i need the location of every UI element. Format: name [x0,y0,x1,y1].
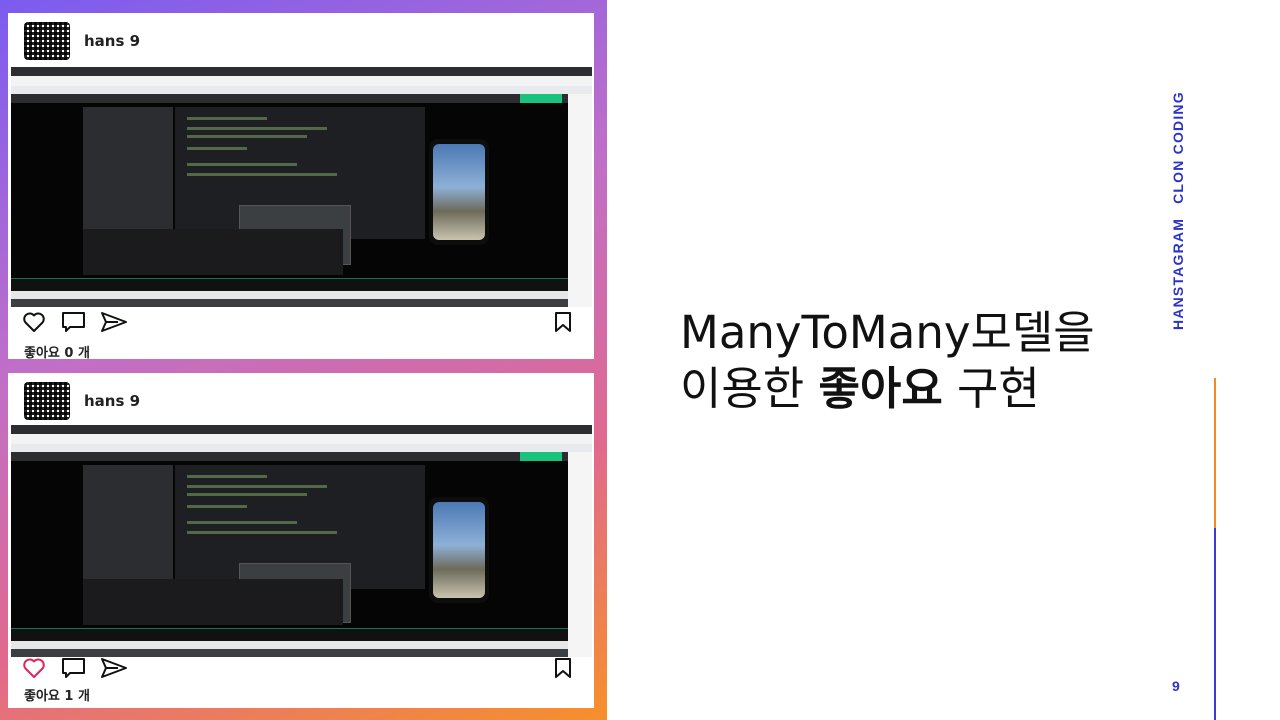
post-card: hans 9 [8,13,594,361]
browser-side-strip [568,94,592,307]
avatar[interactable] [24,22,70,60]
browser-bookmarks-bar [11,444,592,452]
video-bottom-bar [11,299,568,307]
browser-tab-bar [11,425,592,434]
heart-icon[interactable] [20,657,48,679]
code-line [187,475,267,478]
likes-count: 좋아요 1 개 [24,689,90,704]
page-number: 9 [1172,678,1180,694]
code-line [187,505,247,508]
browser-bookmarks-bar [11,86,592,94]
title-line-2-suffix: 구현 [942,362,1040,415]
ide-menu-bar [11,452,568,461]
video-controls [11,629,568,641]
title-line-2-prefix: 이용한 [680,362,819,415]
code-line [187,485,327,488]
video-caption [11,641,568,649]
code-line [187,163,297,166]
browser-tab-bar [11,67,592,76]
side-label-topic: CLON CODING [1170,91,1186,204]
title-highlight: 좋아요 [818,362,943,415]
ide-run-button [520,94,562,103]
side-label-brand: HANSTAGRAM [1170,217,1186,330]
heart-icon[interactable] [20,311,48,333]
ide-console [83,229,343,275]
post-actions [20,311,128,333]
send-icon[interactable] [100,311,128,333]
browser-address-bar [11,434,592,444]
bookmark-icon[interactable] [552,311,574,333]
post-actions [20,657,128,679]
code-line [187,147,247,150]
post-image [11,425,592,657]
phone-screen [433,502,485,598]
divider-accent-blue [1214,528,1216,720]
code-line [187,135,307,138]
left-panel: hans 9 좋아요 0 개 hans 9 좋아요 1 개 [0,0,607,720]
code-line [187,521,297,524]
video-caption [11,291,568,299]
likes-count: 좋아요 0 개 [24,346,90,361]
code-line [187,127,327,130]
bookmark-icon[interactable] [552,657,574,679]
comment-icon[interactable] [60,311,88,333]
side-label: HANSTAGRAM CLON CODING [1170,30,1186,330]
comment-icon[interactable] [60,657,88,679]
post-card: hans 9 [8,373,594,708]
video-bottom-bar [11,649,568,657]
username[interactable]: hans 9 [84,392,140,410]
browser-side-strip [568,452,592,657]
browser-address-bar [11,76,592,86]
ide-main [11,103,568,279]
title-line-1: ManyToMany모델을 [680,306,1095,359]
avatar[interactable] [24,382,70,420]
code-line [187,531,337,534]
post-image [11,67,592,307]
code-line [187,173,337,176]
post-header: hans 9 [24,19,140,63]
post-header: hans 9 [24,379,140,423]
ide-run-button [520,452,562,461]
slide-title: ManyToMany모델을 이용한 좋아요 구현 [680,305,1150,417]
video-controls [11,279,568,291]
ide-console [83,579,343,625]
ide-menu-bar [11,94,568,103]
username[interactable]: hans 9 [84,32,140,50]
code-line [187,493,307,496]
ide-main [11,461,568,629]
send-icon[interactable] [100,657,128,679]
phone-preview [429,139,489,245]
phone-preview [429,497,489,603]
code-line [187,117,267,120]
phone-screen [433,144,485,240]
divider-accent-orange [1214,378,1216,528]
